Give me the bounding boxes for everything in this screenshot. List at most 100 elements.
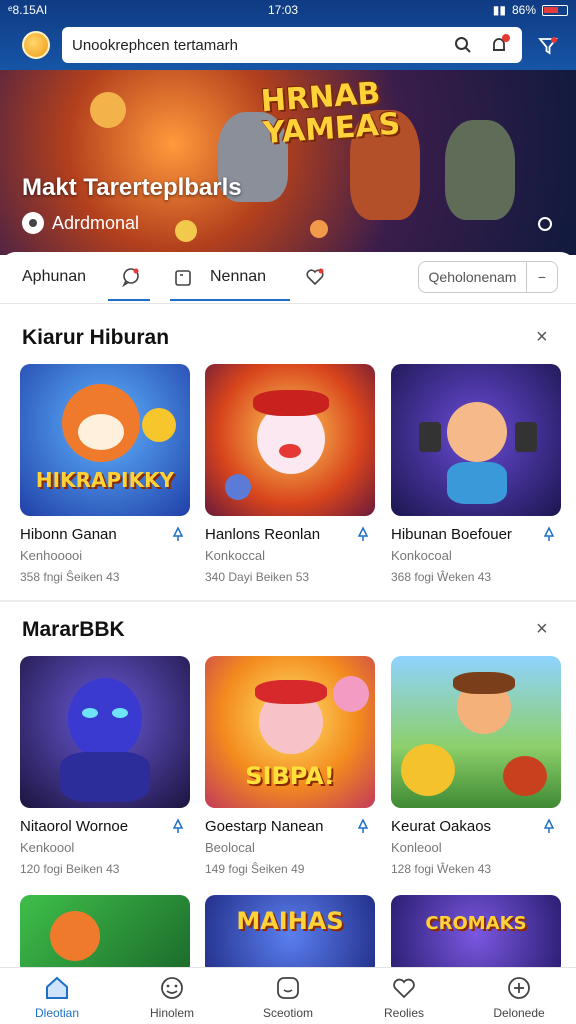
game-card[interactable]: Nitaorol Wornoe Kenkoool 120 fogi Beiken… [20, 656, 190, 876]
nav-label: Dleotian [34, 1006, 80, 1020]
search-input[interactable]: Unookrephcen tertamarh [72, 37, 440, 54]
close-icon[interactable]: × [536, 618, 548, 641]
game-thumbnail[interactable]: HIKRAPIKKY [20, 364, 190, 516]
search-circle-icon [277, 977, 299, 999]
bag-icon[interactable] [172, 266, 194, 288]
game-category: Konleool [391, 840, 442, 855]
character-hat [255, 680, 327, 704]
game-logo-text: CROMAKS [425, 913, 527, 934]
banner-orb [90, 92, 126, 128]
plus-circle-icon [508, 977, 530, 999]
yellow-blob [401, 744, 455, 796]
game-thumbnail[interactable] [391, 364, 561, 516]
nav-fifth[interactable]: Delonede [464, 974, 574, 1020]
game-thumbnail[interactable]: CROMAKS [391, 895, 561, 975]
game-card[interactable]: SIBPA! Goestarp Nanean Beolocal 149 fogi… [205, 656, 375, 876]
game-name[interactable]: Hibonn Ganan [20, 526, 117, 543]
pin-icon[interactable] [170, 526, 188, 544]
game-card-partial[interactable]: CROMAKS [391, 895, 561, 975]
banner-coin [310, 220, 328, 238]
nav-home[interactable]: Dleotian [2, 974, 112, 1020]
sort-dropdown-label: Qeholonenam [419, 262, 527, 292]
game-thumbnail[interactable] [391, 656, 561, 808]
chat-icon[interactable] [120, 266, 142, 288]
tab-second[interactable]: Nennan [210, 268, 266, 286]
pin-icon[interactable] [355, 818, 373, 836]
game-card[interactable]: Hanlons Reonlan Konkoccal 340 Dayi Beike… [205, 364, 375, 584]
pin-icon[interactable] [355, 526, 373, 544]
game-name[interactable]: Hibunan Boefouer [391, 526, 512, 543]
game-thumbnail[interactable]: MAIHAS [205, 895, 375, 975]
game-card[interactable]: Keurat Oakaos Konleool 128 fogi Ŵeken 43 [391, 656, 561, 876]
section-title: MararBBK [22, 618, 125, 641]
pink-cat [333, 676, 369, 712]
emoji-ball [142, 408, 176, 442]
game-meta: 358 fngi Ŝeiken 43 [20, 570, 120, 584]
heart-icon [393, 978, 415, 999]
game-name[interactable]: Goestarp Nanean [205, 818, 323, 835]
filter-icon[interactable] [534, 32, 562, 60]
heart-icon[interactable] [304, 266, 326, 288]
close-icon[interactable]: × [536, 326, 548, 349]
phone-prop [419, 422, 441, 452]
phone-prop [515, 422, 537, 452]
home-icon [46, 976, 68, 999]
alien-eye [82, 708, 98, 718]
tab-underline [108, 299, 150, 301]
nav-fourth[interactable]: Reolies [349, 974, 459, 1020]
game-thumbnail[interactable] [20, 656, 190, 808]
nav-label: Sceotiom [262, 1006, 314, 1020]
alien-character [68, 678, 142, 760]
alien-body [60, 752, 150, 802]
pin-icon[interactable] [170, 818, 188, 836]
battery-percent: 86% [511, 3, 536, 17]
pin-icon[interactable] [541, 818, 559, 836]
game-name[interactable]: Nitaorol Wornoe [20, 818, 128, 835]
notification-icon[interactable] [486, 32, 512, 58]
sort-dropdown[interactable]: Qeholonenam − [418, 261, 558, 293]
hero-banner[interactable]: HRNAB YAMEAS Makt Tarerteplbarls Adrdmon… [0, 70, 576, 255]
banner-character-cat [445, 120, 515, 220]
game-card[interactable]: HIKRAPIKKY Hibonn Ganan Kenhooooi 358 fn… [20, 364, 190, 584]
bottom-navigation: Dleotian Hinolem Sceotiom Reolies Delone… [0, 967, 576, 1024]
nav-second[interactable]: Hinolem [117, 974, 227, 1020]
smile-icon [161, 977, 183, 999]
search-icon[interactable] [450, 32, 476, 58]
nav-label: Hinolem [149, 1006, 194, 1020]
signal-icon: ▮▮ [492, 3, 506, 17]
game-meta: 128 fogi Ŵeken 43 [391, 862, 492, 876]
top-bar: ᵉ8.15AI 17:03 ▮▮ 86% Unookrephcen tertam… [0, 0, 576, 70]
search-bar[interactable]: Unookrephcen tertamarh [62, 27, 522, 63]
game-thumbnail[interactable] [20, 895, 190, 975]
carousel-indicator-icon[interactable] [537, 216, 553, 237]
nav-third[interactable]: Sceotiom [233, 974, 343, 1020]
pin-icon[interactable] [541, 526, 559, 544]
tab-first[interactable]: Aphunan [22, 268, 86, 286]
status-right: ▮▮ 86% [493, 3, 568, 17]
banner-title: Makt Tarerteplbarls [22, 174, 242, 201]
game-name[interactable]: Hanlons Reonlan [205, 526, 320, 543]
game-category: Konkocoal [391, 548, 452, 563]
alien-eye [112, 708, 128, 718]
game-card-partial[interactable] [20, 895, 190, 975]
fox-face [78, 414, 124, 450]
status-center-time: 17:03 [268, 3, 299, 17]
game-card-partial[interactable]: MAIHAS [205, 895, 375, 975]
game-thumbnail[interactable]: SIBPA! [205, 656, 375, 808]
game-name[interactable]: Keurat Oakaos [391, 818, 491, 835]
game-logo-text: HIKRAPIKKY [35, 468, 175, 492]
game-logo-text: SIBPA! [245, 762, 335, 790]
kid-character [447, 402, 507, 462]
app-logo[interactable] [22, 31, 50, 59]
tab-active-underline [170, 299, 290, 301]
nav-label: Reolies [383, 1006, 425, 1020]
game-card[interactable]: Hibunan Boefouer Konkocoal 368 fogi Ŵeke… [391, 364, 561, 584]
banner-logo: HRNAB YAMEAS [259, 75, 402, 152]
boy-hair [453, 672, 515, 694]
banner-subtitle-text: Adrdmonal [52, 212, 140, 233]
game-category: Kenkoool [20, 840, 75, 855]
character-hat [253, 390, 329, 416]
gem-shape [225, 474, 251, 500]
game-thumbnail[interactable] [205, 364, 375, 516]
banner-subtitle[interactable]: Adrdmonal [22, 212, 139, 234]
